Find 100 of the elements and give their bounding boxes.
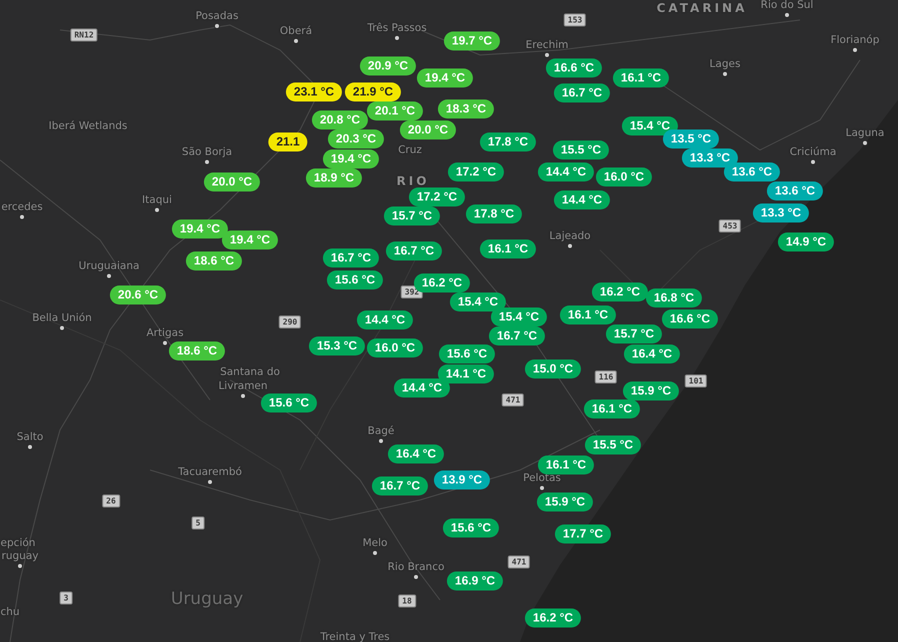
temperature-marker[interactable]: 17.8 °C [466,204,522,224]
place-label: Uruguay [170,589,244,609]
temperature-marker[interactable]: 15.5 °C [584,436,642,454]
temperature-marker[interactable]: 18.3 °C [438,100,494,118]
temperature-marker[interactable]: 16.2 °C [592,282,648,302]
place-label: chu [0,606,20,618]
place-label: Lajeado [549,230,591,242]
place-label: Erechim [526,39,568,51]
temperature-marker[interactable]: 13.6 °C [724,162,780,182]
temperature-marker[interactable]: 15.6 °C [326,270,384,290]
temperature-marker[interactable]: 15.4 °C [450,292,506,312]
road-shield: 3 [60,592,72,604]
temperature-marker[interactable]: 20.9 °C [360,56,416,76]
temperature-marker[interactable]: 14.4 °C [538,162,594,182]
city-dot-icon [17,563,23,569]
place-label: Cruz [398,144,422,156]
place-label: São Borja [182,146,232,158]
temperature-marker[interactable]: 16.2 °C [524,608,582,628]
temperature-marker[interactable]: 16.1 °C [560,306,616,324]
place-label: Treinta y Tres [320,631,390,642]
temperature-marker[interactable]: 20.0 °C [204,172,260,192]
road-shield: 471 [502,394,524,406]
temperature-marker[interactable]: 15.7 °C [606,324,662,344]
temperature-marker[interactable]: 15.9 °C [622,382,680,400]
temperature-marker[interactable]: 16.4 °C [388,444,444,464]
place-label: Laguna [846,127,884,139]
place-label: Santana do [220,366,280,378]
place-label: Itaqui [142,194,172,206]
temperature-marker[interactable]: 19.4 °C [222,230,278,250]
place-label: Posadas [196,10,238,22]
temperature-marker[interactable]: 20.6 °C [110,286,166,304]
temperature-marker[interactable]: 16.1 °C [538,456,594,474]
road-shield: 471 [508,556,530,568]
place-label: ruguay [2,550,38,562]
temperature-marker[interactable]: 16.1 °C [480,240,536,258]
temperature-marker[interactable]: 16.1 °C [584,400,640,418]
temperature-marker[interactable]: 16.1 °C [612,68,670,88]
temperature-marker[interactable]: 15.6 °C [438,344,496,364]
place-label: Livramen [218,380,268,392]
temperature-marker[interactable]: 20.0 °C [400,120,456,140]
temperature-marker[interactable]: 21.9 °C [344,82,402,102]
temperature-marker[interactable]: 19.4 °C [172,220,228,238]
road-shield: RN12 [70,28,98,42]
temperature-marker[interactable]: 17.8 °C [480,132,536,152]
place-label: Tacuarembó [178,466,242,478]
city-dot-icon [862,140,868,146]
temperature-marker[interactable]: 14.1 °C [438,364,494,384]
temperature-marker[interactable]: 15.5 °C [552,140,610,160]
temperature-marker[interactable]: 16.8 °C [646,288,702,308]
place-label: CATARINA [656,1,748,15]
temperature-marker[interactable]: 15.6 °C [442,518,500,538]
temperature-marker[interactable]: 18.6 °C [168,342,226,360]
temperature-marker[interactable]: 13.5 °C [662,130,720,148]
place-label: Salto [16,431,44,443]
temperature-marker[interactable]: 19.4 °C [322,150,380,168]
temperature-marker[interactable]: 16.0 °C [596,168,652,186]
temperature-marker[interactable]: 16.0 °C [366,338,424,358]
place-label: RIO [396,174,430,188]
temperature-marker[interactable]: 18.9 °C [306,168,362,188]
temperature-marker[interactable]: 16.7 °C [554,84,610,102]
temperature-marker[interactable]: 20.1 °C [366,102,424,120]
road-shield: 290 [278,316,302,328]
temperature-marker[interactable]: 16.7 °C [386,242,442,260]
temperature-marker[interactable]: 13.3 °C [752,204,810,222]
place-label: Lages [710,58,740,70]
temperature-marker[interactable]: 15.4 °C [490,308,548,326]
temperature-marker[interactable]: 19.4 °C [416,68,474,88]
place-label: Florianóp [830,34,880,46]
temperature-marker[interactable]: 19.7 °C [444,32,500,50]
temperature-marker[interactable]: 13.9 °C [434,470,490,490]
temperature-marker[interactable]: 14.4 °C [356,310,414,330]
place-label: Iberá Wetlands [48,120,128,132]
temperature-marker[interactable]: 14.4 °C [394,378,450,398]
temperature-marker[interactable]: 16.6 °C [546,58,602,78]
temperature-marker[interactable]: 16.9 °C [446,572,504,590]
temperature-marker[interactable]: 16.7 °C [372,476,428,496]
temperature-marker[interactable]: 17.7 °C [554,524,612,544]
temperature-marker[interactable]: 17.2 °C [408,188,466,206]
temperature-marker[interactable]: 15.0 °C [524,360,582,378]
temperature-marker[interactable]: 15.9 °C [536,492,594,512]
temperature-marker[interactable]: 17.2 °C [448,162,504,182]
temperature-marker[interactable]: 16.7 °C [488,326,546,346]
temperature-marker[interactable]: 14.4 °C [554,190,610,210]
temperature-marker[interactable]: 18.6 °C [186,252,242,270]
road-shield: 5 [192,516,204,530]
temperature-marker[interactable]: 15.6 °C [260,394,318,412]
temperature-marker[interactable]: 13.6 °C [766,182,824,200]
place-label: Rio do Sul [760,0,814,11]
temperature-marker[interactable]: 15.7 °C [384,206,440,226]
place-label: Pelotas [523,472,561,484]
place-label: Bagé [368,425,394,437]
place-label: ercedes [1,201,43,213]
temperature-marker[interactable]: 16.4 °C [624,344,680,364]
temperature-marker[interactable]: 20.3 °C [328,130,384,148]
temperature-marker[interactable]: 16.6 °C [662,310,718,328]
temperature-marker[interactable]: 15.3 °C [308,336,366,356]
temperature-marker[interactable]: 20.8 °C [312,110,368,130]
temperature-marker[interactable]: 16.7 °C [322,248,380,268]
temperature-marker[interactable]: 23.1 °C [286,82,342,102]
temperature-marker[interactable]: 14.9 °C [778,232,834,252]
